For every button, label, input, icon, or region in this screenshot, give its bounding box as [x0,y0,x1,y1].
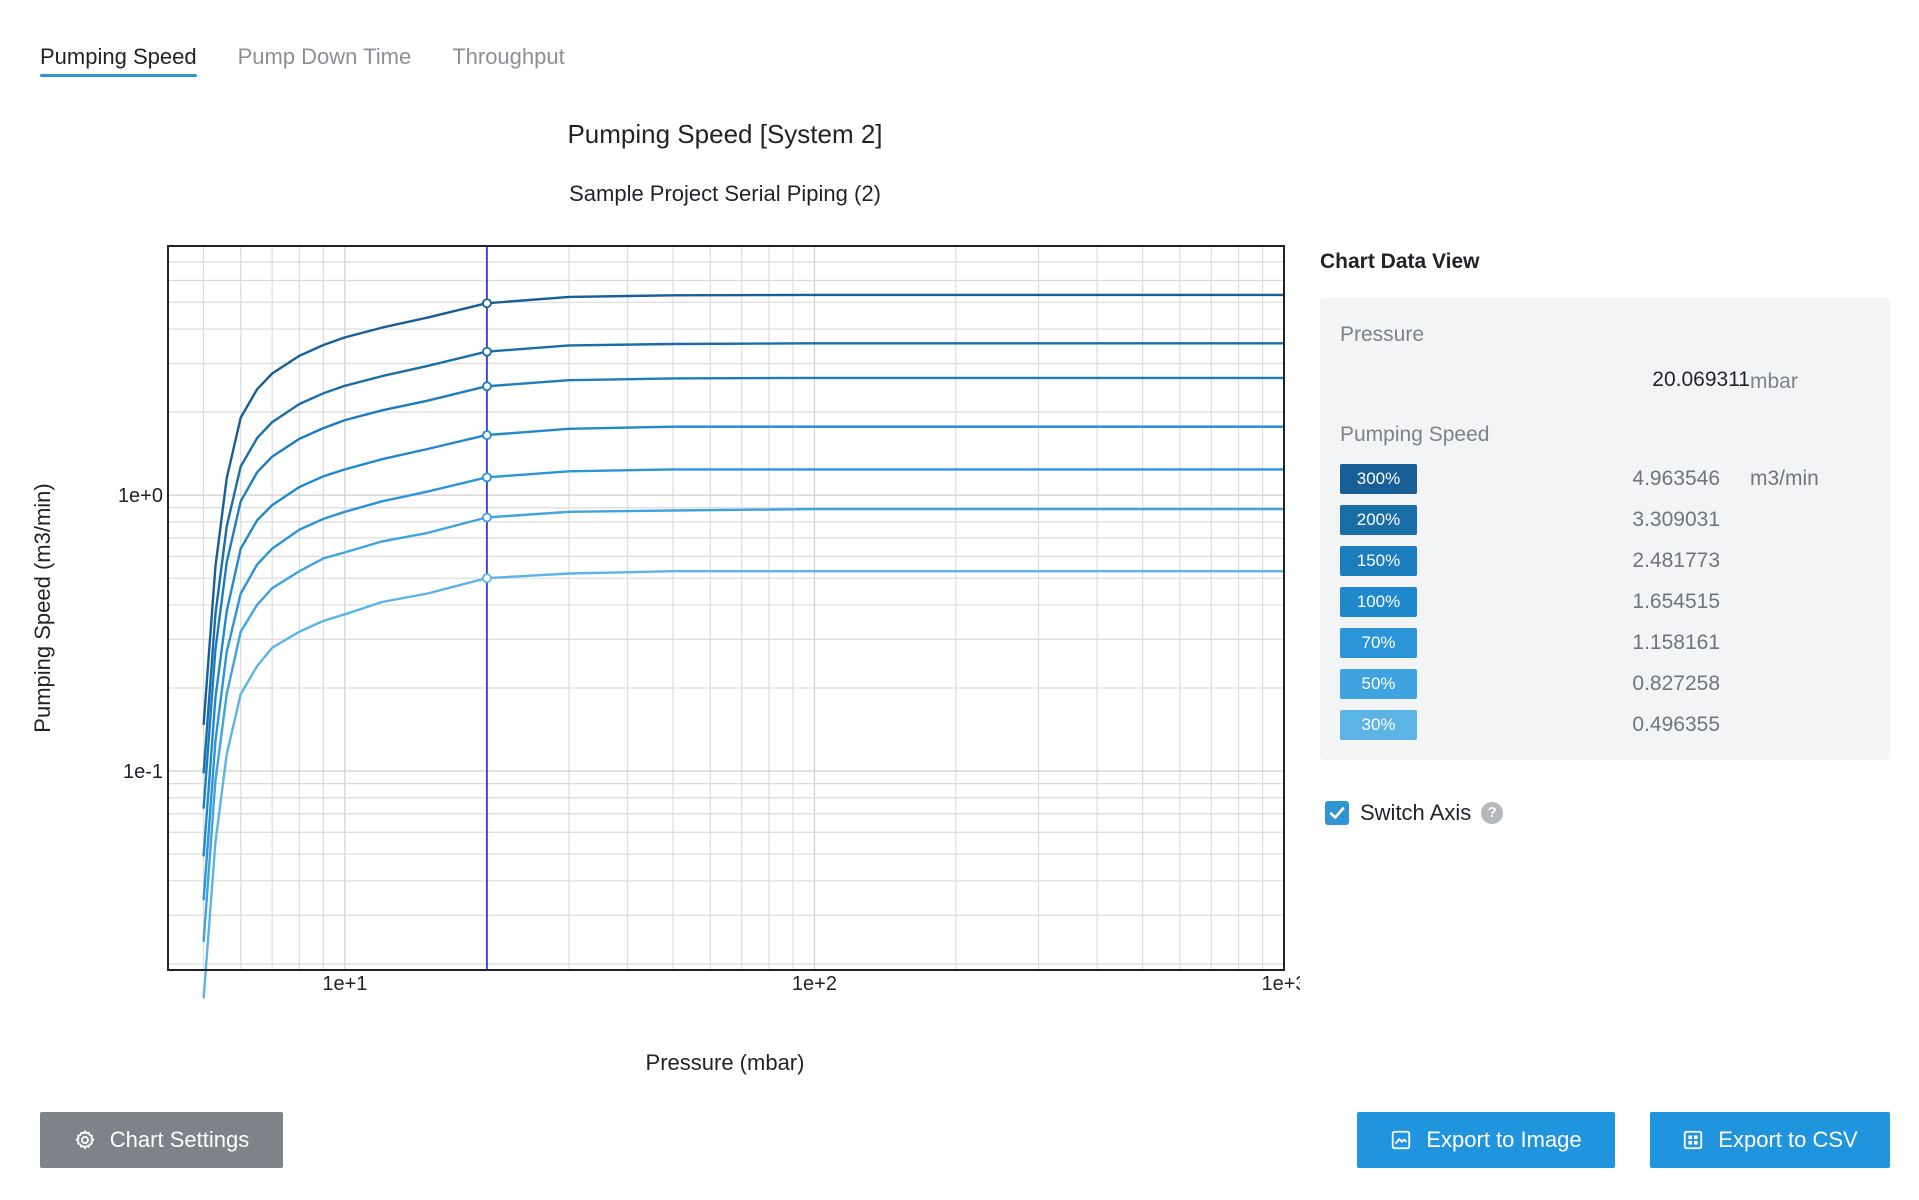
chart-ticks: 1e+1 1e+2 1e+3 1e-1 1e+0 [118,485,1300,995]
export-csv-label: Export to CSV [1718,1127,1858,1152]
chart-cursor [482,246,492,970]
pumping-speed-label: Pumping Speed [1340,423,1490,446]
gear-icon [75,1130,95,1150]
pressure-value: 20.069311 [1652,368,1750,391]
x-axis-label: Pressure (mbar) [646,1050,805,1075]
y-axis-label: Pumping Speed (m3/min) [30,483,55,732]
list-item: 300% 4.963546 m3/min [1340,464,1870,495]
series-line [202,425,1284,857]
chart-series [202,293,1284,999]
chart-settings-button[interactable]: Chart Settings [40,1112,283,1168]
chart-grid [168,245,1285,970]
x-tick-label: 1e+3 [1261,973,1300,995]
y-tick-label: 1e+0 [118,485,163,507]
series-line [202,376,1284,809]
list-item: 100% 1.654515 [1340,587,1870,618]
cursor-marker [482,381,492,392]
list-item: 150% 2.481773 [1340,546,1870,577]
speed-value: 2.481773 [1632,549,1720,572]
tab-bar: Pumping Speed Pump Down Time Throughput [40,40,565,80]
check-icon [1329,807,1345,819]
series-line [202,507,1284,943]
speed-value: 0.496355 [1632,713,1720,736]
series-badge: 70% [1340,628,1417,658]
list-item: 70% 1.158161 [1340,628,1870,659]
pressure-label: Pressure [1340,323,1425,346]
chart-settings-label: Chart Settings [109,1127,250,1152]
export-image-button[interactable]: Export to Image [1357,1112,1615,1168]
cursor-marker [482,472,492,483]
series-line [202,570,1284,999]
speed-value: 4.963546 [1632,467,1720,490]
cursor-marker [482,512,492,523]
series-line [202,468,1284,901]
y-tick-label: 1e-1 [123,761,163,783]
series-line [202,342,1284,774]
list-item: 200% 3.309031 [1340,505,1870,536]
x-tick-label: 1e+2 [792,973,837,995]
switch-axis-label: Switch Axis [1360,800,1472,825]
help-icon[interactable]: ? [1481,802,1504,824]
series-badge: 100% [1340,587,1417,617]
speed-value: 3.309031 [1632,508,1720,531]
tab-pump-down-time[interactable]: Pump Down Time [238,40,412,78]
chart-data-view-panel: Pressure 20.069311 mbar Pumping Speed 30… [1320,298,1890,760]
series-badge: 300% [1340,464,1417,494]
series-badge: 200% [1340,505,1417,535]
pressure-unit: mbar [1750,370,1798,393]
cursor-marker [482,573,492,584]
chart-subtitle: Sample Project Serial Piping (2) [569,181,881,206]
list-item: 50% 0.827258 [1340,669,1870,700]
cursor-marker [482,346,492,357]
switch-axis-checkbox[interactable] [1325,801,1349,825]
switch-axis-toggle[interactable]: Switch Axis ? [1325,800,1504,826]
series-badge: 50% [1340,669,1417,699]
chart-data-view-title: Chart Data View [1320,250,1480,273]
list-item: 30% 0.496355 [1340,710,1870,741]
speed-unit: m3/min [1750,467,1819,490]
tab-pumping-speed[interactable]: Pumping Speed [40,40,197,78]
series-badge: 30% [1340,710,1417,740]
export-csv-button[interactable]: Export to CSV [1650,1112,1890,1168]
pumping-speed-chart[interactable]: Pumping Speed [System 2] Sample Project … [0,100,1300,1090]
cursor-marker [482,298,492,309]
table-icon [1684,1130,1703,1150]
chart-title: Pumping Speed [System 2] [567,119,882,149]
speed-value: 1.654515 [1632,590,1720,613]
speed-value: 0.827258 [1632,672,1720,695]
image-icon [1392,1130,1411,1150]
plot-frame [167,245,1285,971]
speed-value: 1.158161 [1632,631,1720,654]
export-image-label: Export to Image [1426,1127,1582,1152]
series-badge: 150% [1340,546,1417,576]
x-tick-label: 1e+1 [322,973,367,995]
tab-throughput[interactable]: Throughput [452,40,565,78]
cursor-marker [482,430,492,441]
